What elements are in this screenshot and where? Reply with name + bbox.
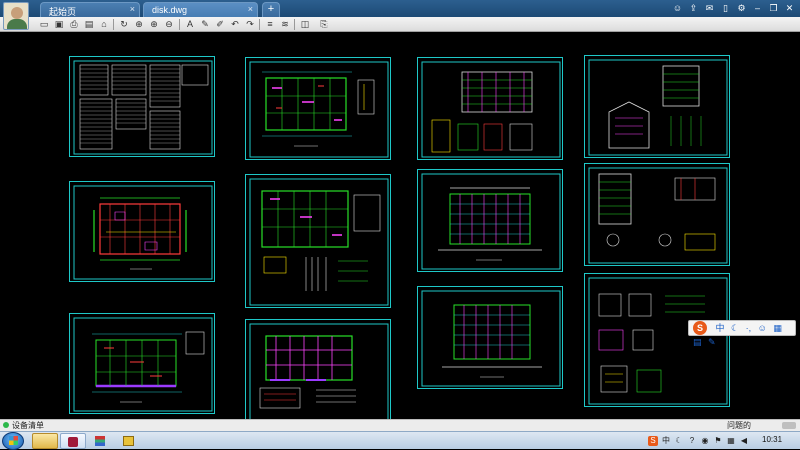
restore-icon[interactable]: ❐ xyxy=(767,2,780,15)
taskbar-clock[interactable]: 10:31 xyxy=(762,435,782,444)
title-bar: 起始页 × disk.dwg × + ☺ ⇪ ✉ ▯ ⚙ – ❐ ✕ xyxy=(0,0,800,17)
help-tray-icon[interactable]: ? xyxy=(687,436,697,446)
drawing-canvas[interactable]: S 中 ☾ ·, ☺ ▦ ▤ ✎ xyxy=(0,32,800,423)
status-dot-icon xyxy=(3,422,9,428)
user-avatar[interactable] xyxy=(3,2,29,30)
ime-logo-icon: S xyxy=(693,321,707,335)
taskbar: S 中 ☾ ? ◉ ⚑ ▦ ◀ 10:31 xyxy=(0,431,800,450)
status-bar: 设备清单 问题的 xyxy=(0,419,800,431)
status-scrollbar[interactable] xyxy=(782,422,796,429)
window-tools: ☺ ⇪ ✉ ▯ ⚙ – ❐ ✕ xyxy=(671,2,796,16)
start-button[interactable] xyxy=(2,432,24,450)
drawing-sheet-elevation-b[interactable] xyxy=(417,169,563,272)
moon-icon[interactable]: ☾ xyxy=(731,323,739,333)
sheet-drawing xyxy=(249,61,389,158)
sheet-drawing xyxy=(421,290,561,387)
text-icon[interactable]: A xyxy=(184,18,196,30)
sheet-drawing xyxy=(421,173,561,270)
sheet-drawing xyxy=(588,59,728,156)
share-icon[interactable]: ⇪ xyxy=(687,2,700,15)
drawing-sheet-cover-table[interactable] xyxy=(69,56,215,157)
drawing-sheet-floor-plan-a[interactable] xyxy=(245,57,391,160)
drawing-sheet-floor-plan-c[interactable] xyxy=(245,319,391,423)
sheet-drawing xyxy=(73,185,213,280)
volume-tray-icon[interactable]: ◀ xyxy=(739,436,749,446)
linetype-icon[interactable]: ≋ xyxy=(279,18,291,30)
taskbar-winrar[interactable] xyxy=(88,433,114,449)
tab-close-icon[interactable]: × xyxy=(130,4,135,14)
print-preview-icon[interactable]: ▤ xyxy=(83,18,95,30)
taskbar-dwg-viewer[interactable] xyxy=(60,433,86,449)
settings-icon[interactable]: ⚙ xyxy=(735,2,748,15)
mail-icon[interactable]: ✉ xyxy=(703,2,716,15)
user-icon[interactable]: ☺ xyxy=(671,2,684,15)
toolbar: ▭ ▣ ⎙ ▤ ⌂ ↻ ⊕ ⊕ ⊖ A ✎ ✐ ↶ ↷ ≡ ≋ ◫ ⎘ xyxy=(0,17,800,32)
drawing-sheet-elevation-a[interactable] xyxy=(417,57,563,160)
windows-logo-icon xyxy=(9,436,18,445)
tab-disk-dwg[interactable]: disk.dwg × xyxy=(143,2,258,17)
markup-icon[interactable]: ✐ xyxy=(214,18,226,30)
emoji-icon[interactable]: ☺ xyxy=(758,323,767,333)
archive-icon xyxy=(95,436,105,446)
zoom-in-icon[interactable]: ⊕ xyxy=(148,18,160,30)
tab-label: disk.dwg xyxy=(152,5,188,15)
flag-tray-icon[interactable]: ⚑ xyxy=(713,436,723,446)
lock-icon[interactable]: ⌂ xyxy=(98,18,110,30)
sheet-drawing xyxy=(249,323,389,421)
rotate-icon[interactable]: ↻ xyxy=(118,18,130,30)
mobile-icon[interactable]: ▯ xyxy=(719,2,732,15)
print-icon[interactable]: ⎙ xyxy=(68,18,80,30)
system-tray: S 中 ☾ ? ◉ ⚑ ▦ ◀ xyxy=(648,433,749,449)
drawing-sheet-elevation-c[interactable] xyxy=(417,286,563,389)
taskbar-explorer[interactable] xyxy=(32,433,58,449)
network-tray-icon[interactable]: ▦ xyxy=(726,436,736,446)
drawing-sheet-plan-2[interactable] xyxy=(69,313,215,414)
sheet-drawing xyxy=(588,167,728,264)
redo-icon[interactable]: ↷ xyxy=(244,18,256,30)
sogou-tray-icon[interactable]: S xyxy=(648,436,658,446)
taskbar-images[interactable] xyxy=(116,433,142,449)
punctuation-icon[interactable]: ·, xyxy=(746,323,752,333)
tab-close-icon[interactable]: × xyxy=(248,4,253,14)
ime-lang[interactable]: 中 xyxy=(716,323,725,333)
minimize-icon[interactable]: – xyxy=(751,2,764,15)
skin-icon[interactable]: ▤ xyxy=(693,337,702,347)
drawing-sheet-section-a[interactable] xyxy=(584,55,730,158)
open-folder-icon[interactable]: ▭ xyxy=(38,18,50,30)
drawing-sheet-floor-plan-b[interactable] xyxy=(245,174,391,308)
tab-label: 起始页 xyxy=(49,7,77,17)
moon-tray-icon[interactable]: ☾ xyxy=(674,436,684,446)
zoom-window-icon[interactable]: ⊕ xyxy=(133,18,145,30)
sheet-drawing xyxy=(73,60,213,155)
layers-stack-icon[interactable]: ◫ xyxy=(299,18,311,30)
sheet-drawing xyxy=(73,317,213,412)
image-icon xyxy=(123,436,134,446)
tools-icon[interactable]: ✎ xyxy=(708,337,716,347)
new-tab-button[interactable]: + xyxy=(262,2,280,17)
ime-toolbar[interactable]: S 中 ☾ ·, ☺ ▦ ▤ ✎ xyxy=(688,320,796,347)
drawing-sheet-plan-1[interactable] xyxy=(69,181,215,282)
pen-icon[interactable]: ✎ xyxy=(199,18,211,30)
save-icon[interactable]: ▣ xyxy=(53,18,65,30)
zoom-out-icon[interactable]: ⊖ xyxy=(163,18,175,30)
tab-start-page[interactable]: 起始页 × xyxy=(40,2,140,17)
app-icon xyxy=(68,437,78,447)
close-icon[interactable]: ✕ xyxy=(783,2,796,15)
security-tray-icon[interactable]: ◉ xyxy=(700,436,710,446)
status-left-label: 设备清单 xyxy=(12,421,44,430)
lang-tray-icon[interactable]: 中 xyxy=(661,436,671,446)
sheet-drawing xyxy=(249,178,389,306)
keyboard-icon[interactable]: ▦ xyxy=(773,323,782,333)
app-window: 起始页 × disk.dwg × + ☺ ⇪ ✉ ▯ ⚙ – ❐ ✕ ▭ ▣ ⎙… xyxy=(0,0,800,450)
export-icon[interactable]: ⎘ xyxy=(318,18,330,30)
device-list-item[interactable]: 设备清单 xyxy=(3,420,44,431)
status-right-label[interactable]: 问题的 xyxy=(727,420,751,431)
undo-icon[interactable]: ↶ xyxy=(229,18,241,30)
sheet-drawing xyxy=(421,61,561,158)
drawing-sheet-section-b[interactable] xyxy=(584,163,730,266)
layer-icon[interactable]: ≡ xyxy=(264,18,276,30)
